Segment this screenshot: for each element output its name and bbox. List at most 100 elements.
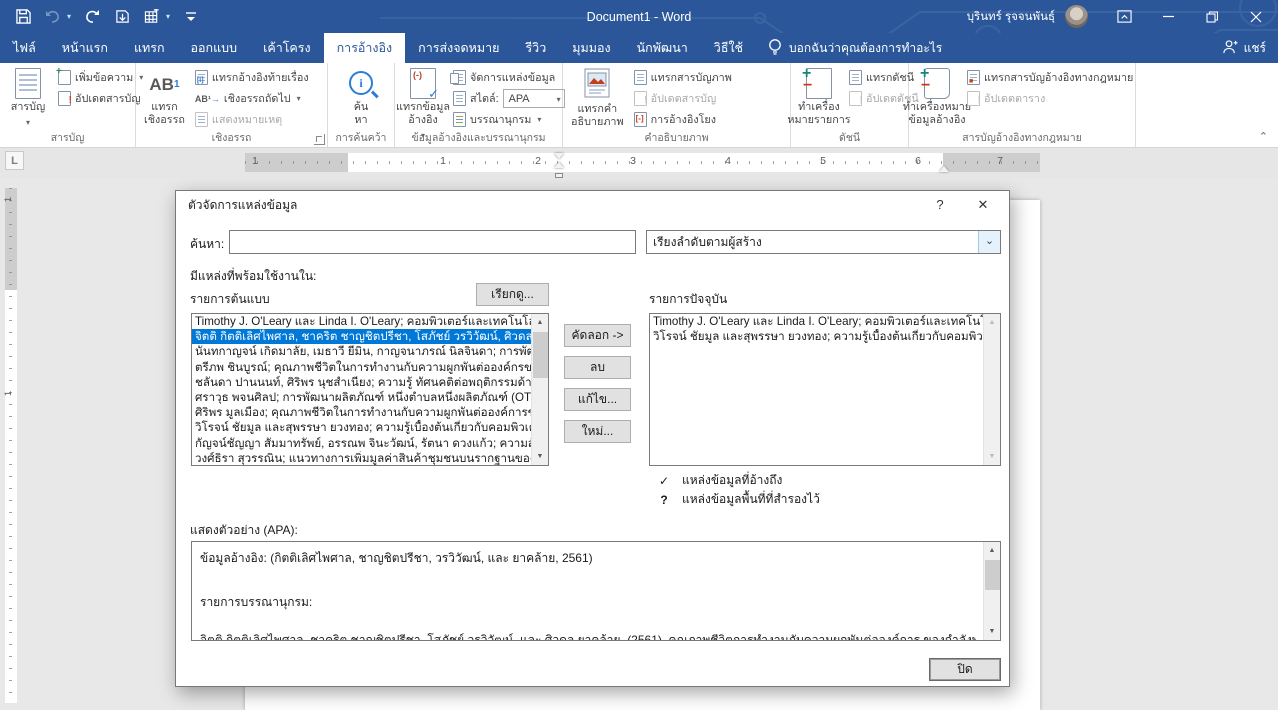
insert-index-icon — [849, 70, 862, 85]
account-name[interactable]: บุรินทร์ รุจจนพันธุ์ — [967, 8, 1055, 26]
scroll-down-icon[interactable] — [984, 623, 1000, 640]
preview-citation: ข้อมูลอ้างอิง: (กิตติเลิศไพศาล, ชาญชิตปร… — [200, 549, 976, 568]
browse-button[interactable]: เรียกดู... — [476, 283, 549, 306]
group-citations-bibliography: (-)✓ แทรกข้อมูล อ้างอิง จัดการแหล่งข้อมู… — [395, 63, 563, 147]
tab-developer[interactable]: นักพัฒนา — [624, 33, 701, 63]
current-source-item[interactable]: วิโรจน์ ชัยมูล และสุพรรษา ยวงทอง; ความรู… — [650, 329, 983, 344]
ribbon-display-options-icon[interactable] — [1102, 0, 1146, 33]
master-source-item[interactable]: Timothy J. O'Leary และ Linda I. O'Leary;… — [192, 314, 531, 329]
tab-layout[interactable]: เค้าโครง — [250, 33, 324, 63]
master-source-item[interactable]: วงศ์ธิรา สุวรรณิน; แนวทางการเพิ่มมูลค่าส… — [192, 451, 531, 466]
search-input[interactable] — [229, 230, 636, 254]
ruler-number: 1 — [440, 155, 446, 167]
share-label: แชร์ — [1244, 39, 1266, 58]
current-source-list[interactable]: Timothy J. O'Leary และ Linda I. O'Leary;… — [649, 313, 1001, 466]
master-source-item-selected[interactable]: จิตติ กิตติเลิศไพศาล, ชาคริต ชาญชิตปรีชา… — [192, 329, 531, 344]
new-button[interactable]: ใหม่... — [564, 420, 631, 443]
bibliography-button[interactable]: บรรณานุกรม — [450, 109, 568, 130]
footnotes-dialog-launcher-icon[interactable] — [314, 134, 325, 145]
master-source-item[interactable]: ชลันดา ปานนนท์, ศิริพร นุชสำเนียง; ความร… — [192, 375, 531, 390]
scroll-up-icon[interactable] — [984, 542, 1000, 559]
lightbulb-icon — [768, 38, 782, 59]
manage-sources-button[interactable]: จัดการแหล่งข้อมูล — [450, 67, 568, 88]
vertical-ruler[interactable]: 1 1 — [5, 188, 17, 703]
dialog-close-icon[interactable]: ✕ — [971, 195, 995, 215]
current-source-item[interactable]: Timothy J. O'Leary และ Linda I. O'Leary;… — [650, 314, 983, 329]
ruler-number: 5 — [820, 155, 826, 167]
smart-lookup-button[interactable]: i ค้น หา — [336, 65, 386, 131]
master-source-list[interactable]: Timothy J. O'Leary และ Linda I. O'Leary;… — [191, 313, 549, 466]
account-avatar[interactable] — [1065, 5, 1088, 28]
dialog-title-bar[interactable]: ตัวจัดการแหล่งข้อมูล — [176, 191, 1009, 219]
master-source-item[interactable]: ศราวุธ พจนศิลป; การพัฒนาผลิตภัณฑ์ หนึ่งต… — [192, 390, 531, 405]
preview-scrollbar[interactable] — [983, 542, 1000, 640]
right-indent-marker[interactable] — [939, 166, 949, 172]
style-combobox[interactable]: APA — [503, 89, 565, 108]
close-dialog-button[interactable]: ปิด — [929, 658, 1001, 681]
close-icon[interactable] — [1234, 0, 1278, 33]
qat-customize-icon[interactable] — [182, 8, 200, 26]
master-source-item[interactable]: กัญจน์ชัญญา สัมมาทรัพย์, อรรณพ จินะวัฒน์… — [192, 436, 531, 451]
tab-insert[interactable]: แทรก — [121, 33, 178, 63]
delete-button[interactable]: ลบ — [564, 356, 631, 379]
minimize-icon[interactable] — [1146, 0, 1190, 33]
table-tool-icon[interactable] — [143, 8, 161, 26]
scroll-up-icon[interactable] — [532, 314, 548, 331]
tab-help[interactable]: วิธีใช้ — [701, 33, 756, 63]
open-recent-icon[interactable] — [113, 8, 131, 26]
tab-review[interactable]: รีวิว — [512, 33, 559, 63]
dialog-help-icon[interactable]: ? — [929, 195, 951, 215]
master-list-scrollbar[interactable] — [531, 314, 548, 465]
sort-dropdown[interactable]: เรียงลำดับตามผู้สร้าง — [646, 230, 1001, 254]
collapse-ribbon-icon[interactable]: ⌃ — [1259, 130, 1268, 143]
insert-footnote-button[interactable]: AB1 แทรก เชิงอรรถ — [139, 65, 190, 131]
master-source-item[interactable]: ตรีภพ ชินบูรณ์; คุณภาพชีวิตในการทำงานกับ… — [192, 360, 531, 375]
legend-placeholder: ? แหล่งข้อมูลพื้นที่ที่สำรองไว้ — [658, 490, 820, 509]
redo-icon[interactable] — [83, 8, 101, 26]
show-notes-icon — [195, 112, 208, 127]
group-label: คำอธิบายภาพ — [566, 131, 787, 147]
toc-button[interactable]: สารบัญ — [3, 65, 53, 131]
current-list-scrollbar[interactable] — [983, 314, 1000, 465]
insert-table-of-figures-button[interactable]: แทรกสารบัญภาพ — [631, 67, 735, 88]
tab-file[interactable]: ไฟล์ — [0, 33, 49, 63]
scroll-down-icon[interactable] — [984, 448, 1000, 465]
master-source-item[interactable]: วิโรจน์ ชัยมูล และสุพรรษา ยวงทอง; ความรู… — [192, 420, 531, 435]
insert-endnote-button[interactable]: [i] แทรกอ้างอิงท้ายเรื่อง — [192, 67, 312, 88]
hanging-indent-marker[interactable] — [554, 162, 564, 168]
insert-table-of-authorities-button[interactable]: ■ แทรกสารบัญอ้างอิงทางกฎหมาย — [964, 67, 1136, 88]
footnote-ab1-icon: AB1 — [149, 68, 179, 101]
restore-icon[interactable] — [1190, 0, 1234, 33]
add-text-button[interactable]: + เพิ่มข้อความ — [55, 67, 146, 88]
tell-me-box[interactable]: บอกฉันว่าคุณต้องการทำอะไร — [756, 33, 954, 63]
table-tool-dropdown-icon[interactable]: ▾ — [166, 12, 170, 21]
tab-mailings[interactable]: การส่งจดหมาย — [405, 33, 512, 63]
next-footnote-button[interactable]: AB¹→ เชิงอรรถถัดไป — [192, 88, 312, 109]
copy-button[interactable]: คัดลอก -> — [564, 324, 631, 347]
window-title: Document1 - Word — [587, 10, 692, 24]
insert-citation-button[interactable]: (-)✓ แทรกข้อมูล อ้างอิง — [398, 65, 448, 131]
mark-citation-button[interactable]: +− ทำเครื่องหมาย ข้อมูลอ้างอิง — [912, 65, 962, 131]
tab-stop-selector[interactable]: L — [5, 151, 24, 170]
mark-entry-button[interactable]: +− ทำเครื่อง หมายรายการ — [794, 65, 844, 131]
left-indent-marker[interactable] — [555, 173, 563, 178]
share-button[interactable]: แชร์ — [1222, 33, 1266, 63]
master-source-item[interactable]: ศิริพร มูลเมือง; คุณภาพชีวิตในการทำงานกั… — [192, 405, 531, 420]
insert-caption-button[interactable]: แทรกคำ อธิบายภาพ — [566, 65, 629, 131]
tab-home[interactable]: หน้าแรก — [49, 33, 121, 63]
first-line-indent-marker[interactable] — [554, 153, 564, 159]
master-source-item[interactable]: นันทกาญจน์ เกิดมาลัย, เมธาวี ยีมิน, กาญจ… — [192, 344, 531, 359]
update-toc-icon: ! — [58, 91, 71, 106]
horizontal-ruler[interactable]: 1 1 2 3 4 5 6 7 — [245, 153, 1040, 172]
update-toc-button[interactable]: ! อัปเดตสารบัญ — [55, 88, 146, 109]
cross-reference-button[interactable]: [-] การอ้างอิงโยง — [631, 109, 735, 130]
save-icon[interactable] — [14, 8, 32, 26]
tab-design[interactable]: ออกแบบ — [178, 33, 251, 63]
scroll-up-icon[interactable] — [984, 314, 1000, 331]
edit-button[interactable]: แก้ไข... — [564, 388, 631, 411]
sort-dropdown-arrow-icon[interactable] — [978, 231, 1000, 253]
scroll-down-icon[interactable] — [532, 448, 548, 465]
undo-icon — [44, 8, 62, 26]
tab-view[interactable]: มุมมอง — [559, 33, 623, 63]
tab-references[interactable]: การอ้างอิง — [324, 33, 406, 63]
